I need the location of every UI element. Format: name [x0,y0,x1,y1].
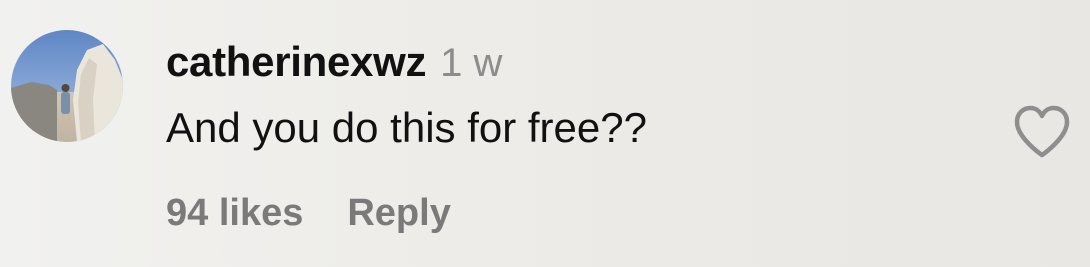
avatar-image [11,30,123,142]
like-button[interactable] [1012,104,1072,160]
comment: catherinexwz 1 w And you do this for fre… [0,0,1090,267]
heart-outline-icon [1014,105,1070,158]
username[interactable]: catherinexwz [166,38,426,86]
comment-text: And you do this for free?? [166,104,647,151]
comment-header: catherinexwz 1 w [166,38,502,86]
reply-button[interactable]: Reply [347,192,450,235]
avatar[interactable] [11,30,123,142]
comment-actions: 94 likes Reply [166,192,451,235]
likes-count[interactable]: 94 likes [166,192,303,235]
timestamp: 1 w [440,41,503,85]
